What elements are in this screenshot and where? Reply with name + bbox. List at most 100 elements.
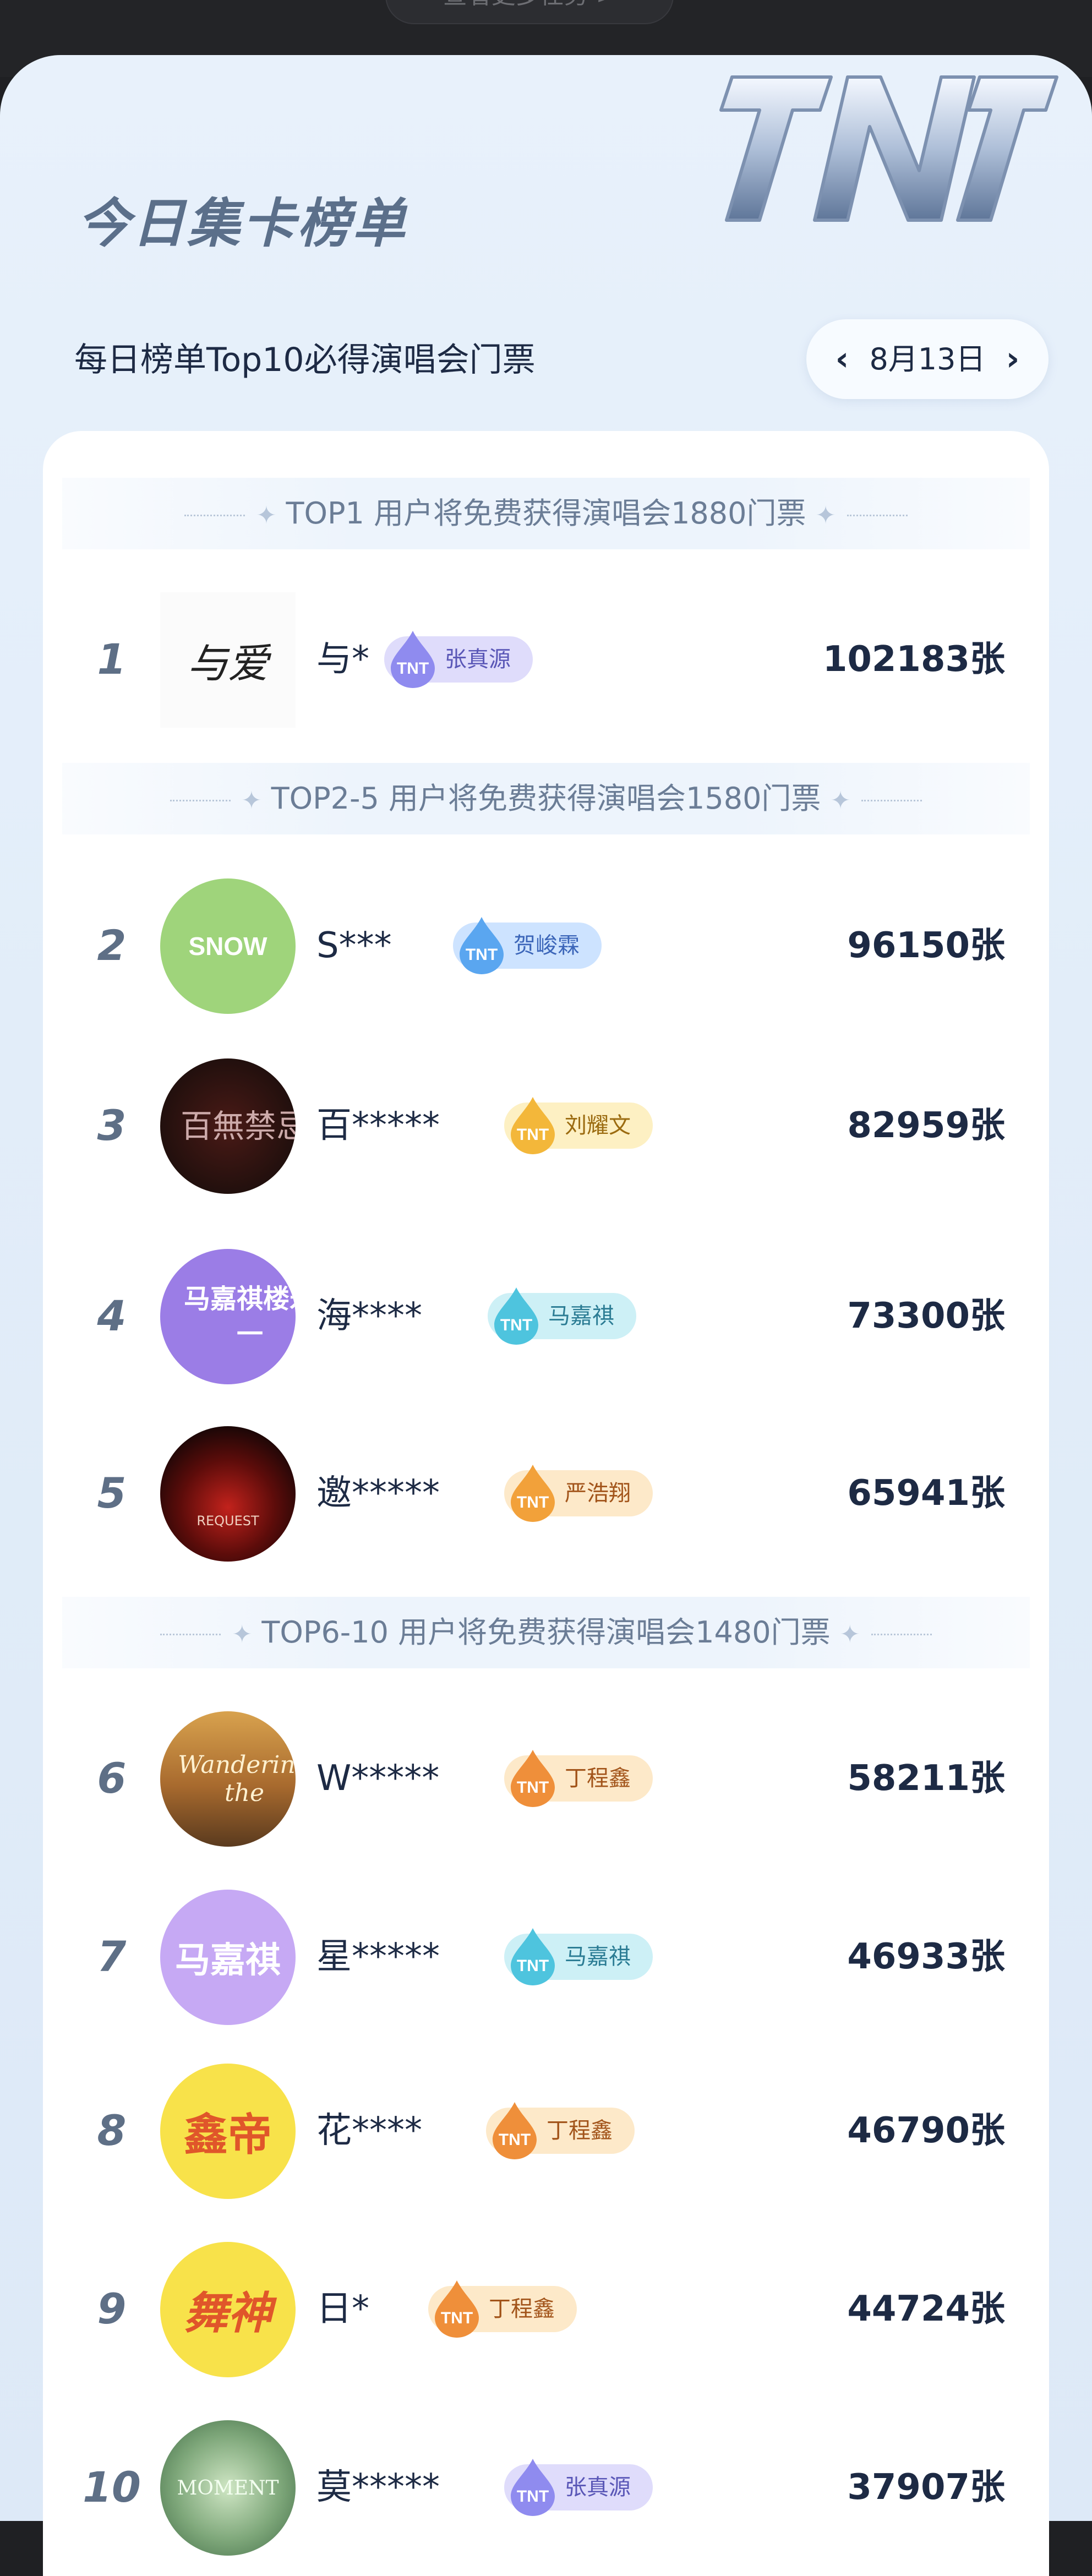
- rank-number: 2: [97, 921, 127, 970]
- avatar: 百無禁忌: [160, 1058, 296, 1194]
- tnt-drop-icon: TNT: [511, 1750, 555, 1807]
- user-name: 与*: [316, 639, 369, 680]
- card-count: 96150张: [847, 925, 1005, 966]
- page-subtitle: 每日榜单Top10必得演唱会门票: [74, 341, 536, 379]
- ranking-row[interactable]: 1 与爱 与* TNT 张真源 102183张: [43, 588, 1049, 731]
- tier-label: TOP1 用户将免费获得演唱会1880门票: [286, 496, 806, 531]
- card-count: 82959张: [847, 1105, 1005, 1146]
- avatar: MOMENT: [160, 2420, 296, 2556]
- rank-number: 4: [97, 1291, 127, 1340]
- member-badge: TNT 张真源: [504, 2459, 653, 2516]
- rank-number: 3: [97, 1101, 127, 1150]
- ranking-row[interactable]: 2 SNOW S*** TNT 贺峻霖 96150张: [43, 874, 1049, 1017]
- ranking-row[interactable]: 3 百無禁忌 百***** TNT 刘耀文 82959张: [43, 1054, 1049, 1197]
- user-name: 莫*****: [316, 2467, 440, 2508]
- rank-number: 6: [97, 1754, 127, 1803]
- rank-number: 5: [97, 1469, 127, 1518]
- svg-text:TNT: TNT: [517, 1493, 549, 1511]
- ranking-row[interactable]: 6 Wandering the W***** TNT 丁程鑫 58211张: [43, 1707, 1049, 1850]
- card-count: 102183张: [822, 639, 1005, 680]
- avatar: REQUEST: [160, 1426, 296, 1562]
- svg-text:TNT: TNT: [466, 946, 498, 964]
- rank-number: 7: [97, 1932, 127, 1981]
- member-badge: TNT 丁程鑫: [504, 1750, 653, 1807]
- avatar: 与爱: [160, 592, 296, 728]
- ranking-row[interactable]: 10 MOMENT 莫***** TNT 张真源 37907张: [43, 2416, 1049, 2559]
- svg-text:TNT: TNT: [441, 2309, 473, 2327]
- sparkle-icon: ✦: [232, 1620, 253, 1649]
- member-badge: TNT 贺峻霖: [453, 917, 602, 974]
- member-badge: TNT 马嘉祺: [504, 1928, 653, 1985]
- user-name: 日*: [316, 2289, 369, 2329]
- date-switcher: ‹ 8月13日 ›: [806, 319, 1049, 399]
- svg-text:TNT: TNT: [517, 2487, 549, 2506]
- tnt-drop-icon: TNT: [435, 2280, 479, 2338]
- rank-number: 1: [97, 635, 127, 684]
- tnt-drop-icon: TNT: [391, 631, 435, 688]
- ranking-row[interactable]: 4 马嘉祺楼永一 海**** TNT 马嘉祺 73300张: [43, 1245, 1049, 1388]
- member-badge: TNT 丁程鑫: [428, 2280, 577, 2338]
- chevron-left-icon[interactable]: ‹: [817, 319, 867, 399]
- user-name: 星*****: [316, 1936, 440, 1977]
- member-badge: TNT 张真源: [384, 631, 533, 688]
- tnt-drop-icon: TNT: [494, 1287, 538, 1345]
- sparkle-icon: ✦: [830, 787, 851, 815]
- rank-number: 8: [97, 2106, 127, 2155]
- chevron-right-icon[interactable]: ›: [988, 319, 1038, 399]
- ranking-row[interactable]: 8 鑫帝 花**** TNT 丁程鑫 46790张: [43, 2059, 1049, 2202]
- member-badge: TNT 丁程鑫: [486, 2102, 635, 2159]
- leaderboard-panel: 今日集卡榜单 每日榜单Top10必得演唱会门票 ‹ 8月13日 › ✦ TOP1…: [0, 55, 1092, 2576]
- tier-banner: ✦ TOP1 用户将免费获得演唱会1880门票 ✦: [62, 478, 1030, 549]
- svg-text:TNT: TNT: [500, 1316, 532, 1334]
- card-count: 73300张: [847, 1296, 1005, 1336]
- sparkle-icon: ✦: [241, 787, 262, 815]
- card-count: 46933张: [847, 1936, 1005, 1977]
- user-name: 海****: [316, 1296, 422, 1336]
- avatar: 舞神: [160, 2242, 296, 2377]
- page-title: 今日集卡榜单: [77, 193, 407, 254]
- more-tasks-link[interactable]: 查看更多任务 >: [385, 0, 674, 24]
- avatar: Wandering the: [160, 1711, 296, 1847]
- svg-text:TNT: TNT: [499, 2131, 531, 2149]
- sparkle-icon: ✦: [815, 501, 836, 530]
- member-badge: TNT 刘耀文: [504, 1097, 653, 1154]
- tnt-drop-icon: TNT: [511, 2459, 555, 2516]
- avatar: 鑫帝: [160, 2064, 296, 2199]
- tier-label: TOP2-5 用户将免费获得演唱会1580门票: [271, 781, 821, 816]
- card-count: 44724张: [847, 2289, 1005, 2329]
- svg-text:TNT: TNT: [517, 1957, 549, 1975]
- card-count: 37907张: [847, 2467, 1005, 2508]
- member-badge: TNT 严浩翔: [504, 1465, 653, 1522]
- sparkle-icon: ✦: [839, 1620, 860, 1649]
- rank-number: 9: [97, 2284, 127, 2333]
- tnt-logo: [719, 75, 1058, 222]
- ranking-row[interactable]: 9 舞神 日* TNT 丁程鑫 44724张: [43, 2237, 1049, 2381]
- tnt-drop-icon: TNT: [511, 1928, 555, 1985]
- tier-banner: ✦ TOP6-10 用户将免费获得演唱会1480门票 ✦: [62, 1597, 1030, 1668]
- card-count: 46790张: [847, 2110, 1005, 2151]
- member-badge: TNT 马嘉祺: [488, 1287, 636, 1345]
- tnt-drop-icon: TNT: [511, 1097, 555, 1154]
- svg-text:TNT: TNT: [517, 1778, 549, 1797]
- tier-banner: ✦ TOP2-5 用户将免费获得演唱会1580门票 ✦: [62, 763, 1030, 834]
- ranking-card: ✦ TOP1 用户将免费获得演唱会1880门票 ✦ 1 与爱 与* TNT 张真…: [43, 431, 1049, 2576]
- ranking-row[interactable]: 5 REQUEST 邀***** TNT 严浩翔 65941张: [43, 1422, 1049, 1565]
- avatar: 马嘉祺: [160, 1890, 296, 2025]
- avatar: SNOW: [160, 878, 296, 1014]
- card-count: 58211张: [847, 1758, 1005, 1799]
- avatar: 马嘉祺楼永一: [160, 1249, 296, 1384]
- card-count: 65941张: [847, 1473, 1005, 1514]
- user-name: S***: [316, 925, 392, 966]
- sparkle-icon: ✦: [256, 501, 277, 530]
- rank-number: 10: [83, 2463, 141, 2512]
- user-name: 花****: [316, 2110, 422, 2151]
- user-name: 邀*****: [316, 1473, 440, 1514]
- svg-text:TNT: TNT: [397, 659, 429, 678]
- tier-label: TOP6-10 用户将免费获得演唱会1480门票: [261, 1615, 831, 1650]
- user-name: W*****: [316, 1758, 440, 1799]
- tnt-drop-icon: TNT: [460, 917, 504, 974]
- tnt-drop-icon: TNT: [493, 2102, 537, 2159]
- user-name: 百*****: [316, 1105, 440, 1146]
- ranking-row[interactable]: 7 马嘉祺 星***** TNT 马嘉祺 46933张: [43, 1885, 1049, 2028]
- tnt-drop-icon: TNT: [511, 1465, 555, 1522]
